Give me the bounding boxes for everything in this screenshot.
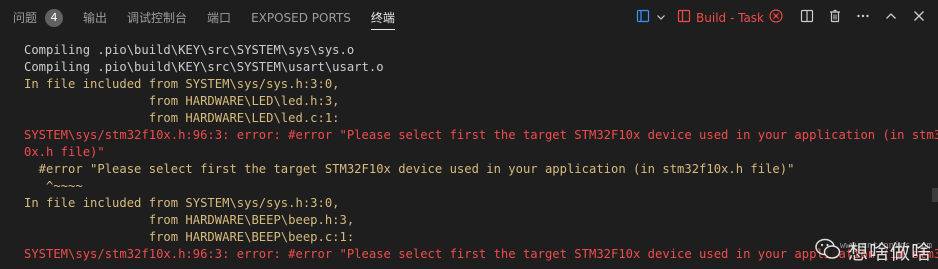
tab-exposed-ports-label: EXPOSED PORTS [251,10,351,25]
tab-debug-console[interactable]: 调试控制台 [127,0,187,35]
tab-ports[interactable]: 端口 [207,0,231,35]
layout-dropdown-button[interactable] [654,7,668,29]
tab-output[interactable]: 输出 [83,0,107,35]
terminal-task-icon [676,8,692,28]
watermark-text: 想啥做啥 [848,240,932,264]
scrollbar-marker[interactable] [932,188,938,202]
error-circle-icon [768,8,784,28]
kill-terminal-button[interactable] [824,7,846,29]
layout-toggle-button[interactable] [632,7,654,29]
terminal-line: Compiling .pio\build\KEY\src\SYSTEM\sys\… [24,43,355,57]
tab-terminal-label: 终端 [370,11,395,25]
problems-count-badge: 4 [45,8,64,27]
terminal-line: from HARDWARE\LED\led.c:1: [24,111,340,125]
wechat-logo-icon [814,237,842,265]
tab-debug-console-label: 调试控制台 [127,11,188,25]
terminal-line: Compiling .pio\build\KEY\src\SYSTEM\usar… [24,60,384,74]
terminal-output[interactable]: Compiling .pio\build\KEY\src\SYSTEM\sys\… [24,42,938,263]
terminal-task-selector[interactable]: Build - Task [676,7,786,29]
maximize-panel-button[interactable] [880,7,902,29]
panel-header: 问题 4 输出 调试控制台 端口 EXPOSED PORTS 终端 Build … [0,0,938,35]
split-terminal-button[interactable] [796,7,818,29]
terminal-line: #error "Please select first the target S… [24,162,795,176]
terminal-line: 0x.h file)" [24,145,105,159]
split-layout-icon [635,8,651,28]
tab-output-label: 输出 [83,11,108,25]
tab-ports-label: 端口 [207,11,232,25]
terminal-line: from HARDWARE\LED\led.h:3, [24,94,340,108]
terminal-line: from HARDWARE\BEEP\beep.c:1: [24,230,355,244]
tab-problems-label: 问题 [13,11,38,25]
tab-problems[interactable]: 问题 4 [13,0,64,35]
split-terminal-icon [799,8,815,28]
close-icon [911,8,927,28]
chevron-up-icon [883,8,899,28]
more-actions-button[interactable] [852,7,874,29]
panel-tabs: 问题 4 输出 调试控制台 端口 EXPOSED PORTS 终端 [0,0,415,35]
panel-actions: Build - Task [632,0,938,35]
close-panel-button[interactable] [908,7,930,29]
terminal-line: SYSTEM\sys/stm32f10x.h:96:3: error: #err… [24,247,938,261]
chevron-down-icon [655,8,667,27]
trash-icon [827,8,843,28]
terminal-line: ^~~~~ [24,179,83,193]
more-actions-icon [855,8,871,28]
tab-terminal[interactable]: 终端 [370,0,395,35]
terminal-line: In file included from SYSTEM\sys/sys.h:3… [24,77,340,91]
terminal-line: SYSTEM\sys/stm32f10x.h:96:3: error: #err… [24,128,938,142]
watermark: 想啥做啥 [814,236,932,265]
task-label: Build - Task [696,10,764,25]
terminal-line: In file included from SYSTEM\sys/sys.h:3… [24,196,340,210]
terminal-line: from HARDWARE\BEEP\beep.h:3, [24,213,355,227]
tab-exposed-ports[interactable]: EXPOSED PORTS [251,0,351,35]
